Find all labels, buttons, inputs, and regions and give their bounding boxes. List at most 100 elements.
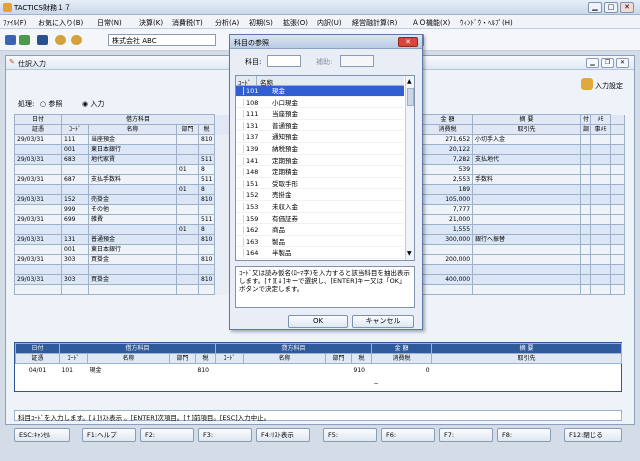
- account-list-item[interactable]: 164 半製品: [236, 248, 404, 260]
- account-list-item[interactable]: 148 定期積金: [236, 167, 404, 178]
- cancel-button[interactable]: キャンセル: [352, 315, 414, 328]
- menu-tax[interactable]: 消費税(T): [172, 18, 203, 28]
- account-list-item[interactable]: 137 通知預金: [236, 132, 404, 144]
- scroll-up-icon[interactable]: ▲: [407, 78, 412, 85]
- account-list-item[interactable]: 131 普通預金: [236, 121, 404, 132]
- cell-amount: [422, 284, 474, 295]
- cell-name: [88, 284, 177, 295]
- menu-breakdown[interactable]: 内訳(U): [317, 18, 342, 28]
- menu-management[interactable]: 経営融計算(R): [352, 18, 397, 28]
- account-list-item[interactable]: 139 納税預金: [236, 144, 404, 155]
- f7-button[interactable]: F7:: [439, 428, 493, 442]
- menu-extend[interactable]: 拡張(O): [283, 18, 308, 28]
- account-code: 111: [246, 110, 259, 119]
- list-scrollbar[interactable]: ▲ ▼: [405, 76, 414, 260]
- close-button[interactable]: ✕: [620, 2, 634, 13]
- account-list-item[interactable]: 152 売掛金: [236, 190, 404, 202]
- account-list-item[interactable]: 141 定期預金: [236, 156, 404, 167]
- mode-input-radio[interactable]: ◉ 入力: [82, 99, 104, 109]
- print-icon[interactable]: [19, 35, 30, 45]
- aux-input[interactable]: [340, 55, 374, 67]
- account-list-item[interactable]: 151 受取手形: [236, 179, 404, 190]
- account-name: 製品: [272, 237, 285, 246]
- account-list-item[interactable]: 108 小口現金: [236, 98, 404, 109]
- cell-code: [61, 184, 89, 195]
- f4-list-button[interactable]: F4:ﾘｽﾄ表示: [256, 428, 310, 442]
- scroll-down-icon[interactable]: ▼: [407, 250, 412, 257]
- subject-input[interactable]: [267, 55, 301, 67]
- menu-file[interactable]: ﾌｧｲﾙ(F): [3, 18, 27, 28]
- child-minimize-button[interactable]: ▁: [586, 58, 599, 68]
- row-selector: [237, 249, 244, 258]
- account-list-item[interactable]: 162 商品: [236, 225, 404, 236]
- input-settings-button[interactable]: 入力設定: [595, 81, 623, 91]
- account-list-item[interactable]: 153 未収入金: [236, 202, 404, 213]
- mail-icon[interactable]: [37, 35, 48, 45]
- entry-code[interactable]: 101: [60, 364, 88, 379]
- cell-adj: [580, 214, 592, 225]
- account-list-item[interactable]: 101 現金: [236, 86, 404, 97]
- menu-analysis[interactable]: 分析(A): [215, 18, 239, 28]
- entry-credit-tax[interactable]: 910: [352, 364, 372, 379]
- f1-help-button[interactable]: F1:ヘルプ: [82, 428, 136, 442]
- f3-button[interactable]: F3:: [198, 428, 252, 442]
- cell-date: [14, 264, 62, 275]
- cell-memo: [472, 184, 582, 195]
- cell-name: [88, 184, 177, 195]
- dialog-close-button[interactable]: ✕: [398, 37, 418, 47]
- ok-button[interactable]: OK: [288, 315, 348, 328]
- find-icon[interactable]: [71, 35, 82, 45]
- entry-amount[interactable]: 0: [372, 364, 432, 379]
- menu-ao[interactable]: ＡＯ機能(X): [412, 18, 450, 28]
- entry-col-ddept: 部門: [169, 353, 196, 364]
- cell-date: 29/03/31: [14, 214, 62, 225]
- cell-adj: [580, 194, 592, 205]
- cell-memo: [472, 194, 582, 205]
- menu-favorites[interactable]: お気に入り(B): [38, 18, 83, 28]
- cell-memo: [472, 224, 582, 235]
- account-list-item[interactable]: 159 有価証券: [236, 214, 404, 225]
- menu-initial[interactable]: 初期(S): [249, 18, 273, 28]
- f8-button[interactable]: F8:: [497, 428, 551, 442]
- mode-ref-radio[interactable]: ○ 参照: [40, 99, 62, 109]
- entry-tax[interactable]: 810: [196, 364, 216, 379]
- account-list-item[interactable]: 111 当座預金: [236, 109, 404, 120]
- scroll-thumb[interactable]: [407, 88, 414, 106]
- cell-tax: 511: [197, 154, 216, 165]
- col-memo: ﾒﾓ: [590, 114, 612, 125]
- subject-label: 科目:: [245, 58, 262, 66]
- child-restore-button[interactable]: ❐: [601, 58, 614, 68]
- minimize-button[interactable]: ▁: [588, 2, 602, 13]
- menu-window-help[interactable]: ｳｨﾝﾄﾞｳ・ﾍﾙﾌﾟ(H): [460, 18, 513, 28]
- f6-button[interactable]: F6:: [381, 428, 435, 442]
- account-list[interactable]: ｺｰﾄﾞ 名称 101 現金 108 小口現金 111 当座預金 131 普通預金 137 通知預…: [235, 75, 415, 261]
- company-name-field[interactable]: 株式会社 ABC: [108, 34, 216, 46]
- save-icon[interactable]: [5, 35, 16, 45]
- menu-closing[interactable]: 決算(K): [139, 18, 163, 28]
- account-list-item[interactable]: 163 製品: [236, 237, 404, 248]
- cell-tax: 810: [197, 134, 216, 145]
- menu-daily[interactable]: 日常(N): [97, 18, 122, 28]
- f5-button[interactable]: F5:: [323, 428, 377, 442]
- cell-amount: 7,777: [422, 204, 474, 215]
- cell-date: 29/03/31: [14, 274, 62, 285]
- esc-cancel-button[interactable]: ESC:ｷｬﾝｾﾙ: [14, 428, 70, 442]
- account-code: 148: [246, 168, 259, 177]
- col-consumption-tax: 消費税: [422, 124, 474, 135]
- search-icon[interactable]: [55, 35, 66, 45]
- cell-dept: [176, 174, 199, 185]
- cell-adj: [580, 244, 592, 255]
- f12-close-button[interactable]: F12:閉じる: [564, 428, 622, 442]
- f2-button[interactable]: F2:: [140, 428, 194, 442]
- settings-icon[interactable]: [581, 78, 593, 90]
- account-code: 153: [246, 203, 259, 211]
- account-name: 定期積金: [272, 168, 298, 177]
- cell-amount: 271,652: [422, 134, 474, 145]
- entry-name[interactable]: 現金: [88, 364, 170, 379]
- child-close-button[interactable]: ✕: [616, 58, 629, 68]
- cell-evmemo: [590, 144, 612, 155]
- journal-icon: ✎: [9, 58, 15, 66]
- account-code: 137: [246, 133, 259, 142]
- maximize-button[interactable]: □: [604, 2, 618, 13]
- entry-date[interactable]: 04/01: [16, 364, 60, 379]
